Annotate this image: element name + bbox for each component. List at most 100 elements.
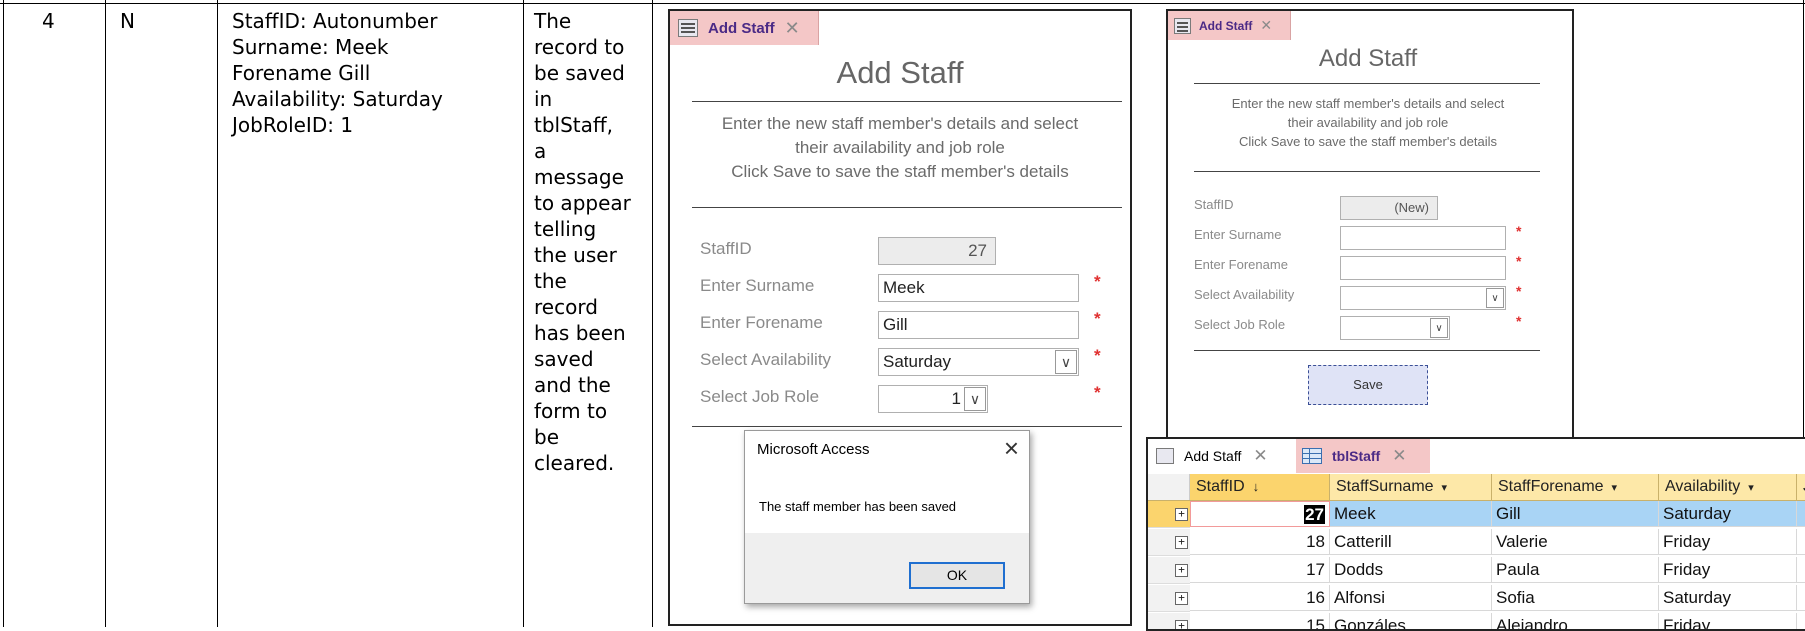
table-cell[interactable] — [1797, 557, 1805, 583]
divider — [1194, 171, 1540, 172]
test-data-line: Availability: Saturday — [232, 87, 443, 111]
column-header[interactable]: StaffForename ▾ — [1492, 474, 1659, 500]
table-row[interactable]: +15 Gonzáles Alejandro Friday — [1148, 613, 1805, 629]
table-cell[interactable] — [1797, 501, 1805, 527]
table-cell[interactable]: Catterill — [1330, 529, 1492, 555]
table-cell[interactable]: Friday — [1659, 613, 1797, 629]
staffid-cell[interactable]: 27 — [1190, 501, 1330, 527]
table-cell[interactable]: Saturday — [1659, 501, 1797, 527]
ok-button[interactable]: OK — [909, 562, 1005, 589]
staffid-field: 27 — [878, 237, 996, 265]
table-cell[interactable]: Valerie — [1492, 529, 1659, 555]
availability-combo[interactable]: ∨ — [1340, 286, 1506, 310]
job-role-combo[interactable]: 1 ∨ — [878, 385, 988, 413]
surname-input[interactable] — [1340, 226, 1506, 250]
add-staff-form-cleared: Add Staff ✕ Add Staff Enter the new staf… — [1166, 9, 1574, 463]
table-icon — [1302, 448, 1322, 464]
table-cell[interactable]: Gill — [1492, 501, 1659, 527]
expected-result-line: be — [534, 425, 559, 449]
tblstaff-datasheet: Add Staff ✕ tblStaff ✕ StaffID ↓ StaffSurn… — [1146, 437, 1805, 631]
table-cell[interactable]: Friday — [1659, 557, 1797, 583]
filter-dropdown-icon[interactable]: ▾ — [1442, 482, 1448, 494]
table-cell[interactable] — [1797, 613, 1805, 629]
table-cell[interactable]: Alfonsi — [1330, 585, 1492, 611]
chevron-down-icon[interactable]: ∨ — [1486, 288, 1504, 308]
table-cell[interactable]: Saturday — [1659, 585, 1797, 611]
table-cell[interactable]: Sofia — [1492, 585, 1659, 611]
divider — [692, 101, 1122, 102]
divider — [692, 426, 1122, 427]
table-cell[interactable]: Dodds — [1330, 557, 1492, 583]
save-button[interactable]: Save — [1308, 365, 1428, 405]
tab-add-staff-label: Add Staff — [1184, 448, 1242, 464]
table-row[interactable]: +16 Alfonsi Sofia Saturday — [1148, 585, 1805, 612]
tab-add-staff[interactable]: Add Staff ✕ — [1168, 11, 1291, 40]
select-all-corner[interactable] — [1148, 474, 1190, 500]
table-cell[interactable] — [1797, 529, 1805, 555]
test-number: 4 — [42, 9, 55, 33]
table-cell[interactable]: Friday — [1659, 529, 1797, 555]
staffid-cell[interactable]: 15 — [1190, 613, 1330, 629]
close-icon[interactable]: ✕ — [1260, 17, 1272, 34]
chevron-down-icon[interactable]: ∨ — [964, 387, 986, 411]
table-row[interactable]: +27 Meek Gill Saturday — [1148, 501, 1805, 528]
expected-result-line: and the — [534, 373, 611, 397]
table-cell[interactable]: Alejandro — [1492, 613, 1659, 629]
expand-icon[interactable]: + — [1175, 536, 1188, 549]
chevron-down-icon[interactable]: ∨ — [1055, 350, 1077, 374]
expected-result-line: the user — [534, 243, 617, 267]
staffid-label: StaffID — [700, 239, 752, 258]
expected-result-line: form to — [534, 399, 608, 423]
table-cell[interactable] — [1797, 585, 1805, 611]
table-row[interactable]: +18 Catterill Valerie Friday — [1148, 529, 1805, 556]
staffid-cell[interactable]: 16 — [1190, 585, 1330, 611]
table-cell[interactable]: Paula — [1492, 557, 1659, 583]
column-header[interactable]: JobR — [1797, 474, 1805, 500]
required-marker: * — [1516, 253, 1522, 269]
tab-add-staff[interactable]: Add Staff ✕ — [1148, 439, 1304, 473]
expected-result-cell: The record to be saved in tblStaff, a message t… — [534, 8, 631, 476]
close-icon[interactable]: ✕ — [785, 18, 800, 39]
close-icon[interactable]: ✕ — [1392, 446, 1406, 466]
divider — [692, 207, 1122, 208]
column-header[interactable]: StaffID ↓ — [1190, 474, 1330, 500]
tab-add-staff[interactable]: Add Staff ✕ — [670, 11, 819, 45]
tab-add-staff-label: Add Staff — [708, 19, 775, 37]
form-instructions: Enter the new staff member's details and… — [1168, 94, 1568, 151]
expand-icon[interactable]: + — [1175, 508, 1188, 521]
form-icon — [678, 19, 698, 37]
column-header[interactable]: StaffSurname ▾ — [1330, 474, 1492, 500]
table-cell[interactable]: Meek — [1330, 501, 1492, 527]
expected-result-line: a — [534, 139, 547, 163]
close-icon[interactable]: ✕ — [1253, 446, 1267, 466]
required-marker: * — [1094, 346, 1101, 365]
job-role-combo[interactable]: ∨ — [1340, 316, 1450, 340]
surname-value: Meek — [883, 278, 925, 297]
expand-icon[interactable]: + — [1175, 620, 1188, 629]
forename-input[interactable]: Gill — [878, 311, 1079, 339]
filter-dropdown-icon[interactable]: ▾ — [1748, 482, 1754, 494]
form-icon — [1156, 448, 1174, 464]
chevron-down-icon[interactable]: ∨ — [1430, 318, 1448, 338]
surname-input[interactable]: Meek — [878, 274, 1079, 302]
divider — [1194, 350, 1540, 351]
expand-icon[interactable]: + — [1175, 592, 1188, 605]
tab-tblstaff[interactable]: tblStaff ✕ — [1296, 439, 1430, 473]
staffid-cell[interactable]: 18 — [1190, 529, 1330, 555]
dialog-close-icon[interactable]: × — [1004, 433, 1019, 464]
column-header[interactable]: Availability ▾ — [1659, 474, 1797, 500]
table-row[interactable]: +17 Dodds Paula Friday — [1148, 557, 1805, 584]
availability-combo[interactable]: Saturday ∨ — [878, 348, 1079, 376]
table-cell[interactable]: Gonzáles — [1330, 613, 1492, 629]
expected-result-line: telling — [534, 217, 597, 241]
staffid-cell[interactable]: 17 — [1190, 557, 1330, 583]
forename-input[interactable] — [1340, 256, 1506, 280]
test-data-line: Surname: Meek — [232, 35, 389, 59]
staffid-label: StaffID — [1194, 197, 1234, 212]
column-header-label: Availability — [1665, 478, 1741, 495]
dialog-message: The staff member has been saved — [759, 499, 957, 514]
message-box: Microsoft Access × The staff member has … — [744, 430, 1030, 604]
expected-result-line: the — [534, 269, 567, 293]
filter-dropdown-icon[interactable]: ▾ — [1612, 482, 1618, 494]
expand-icon[interactable]: + — [1175, 564, 1188, 577]
